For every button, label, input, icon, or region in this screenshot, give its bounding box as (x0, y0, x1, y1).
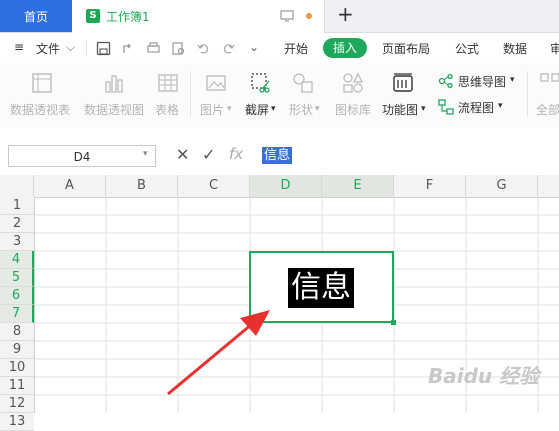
insert-function-icon[interactable]: fx (229, 145, 243, 163)
formula-input[interactable] (252, 144, 559, 168)
all-apps-icon (540, 73, 559, 82)
ribbon-icon-library[interactable]: 图标库 (335, 101, 371, 118)
formula-value: 信息 (262, 147, 293, 164)
column-header-e[interactable]: E (322, 175, 394, 197)
annotation-arrow-icon (167, 310, 270, 396)
ribbon-screenshot[interactable]: 截屏 (245, 101, 269, 118)
mind-map-icon (438, 73, 453, 89)
ribbon-shapes[interactable]: 形状 (289, 101, 313, 118)
redo-icon[interactable] (221, 41, 236, 56)
name-box[interactable]: D4 (8, 145, 156, 167)
menu-file[interactable]: 文件 (36, 40, 60, 57)
name-box-dropdown-icon[interactable]: ▾ (143, 149, 148, 159)
confirm-icon[interactable]: ✓ (202, 145, 215, 164)
row-header-11[interactable]: 11 (0, 377, 34, 395)
chevron-down-icon: ▾ (421, 104, 426, 114)
screenshot-icon (251, 73, 270, 93)
row-header-10[interactable]: 10 (0, 359, 34, 377)
flowchart-icon (438, 99, 454, 115)
row-header-4[interactable]: 4 (0, 251, 34, 269)
new-tab-button[interactable]: + (337, 2, 354, 26)
pivot-table-icon (32, 73, 52, 93)
menu-formulas[interactable]: 公式 (455, 40, 479, 57)
hamburger-icon[interactable]: ≡ (14, 40, 24, 54)
pivot-chart-icon (105, 75, 123, 93)
column-headers: A B C D E F G (0, 175, 559, 198)
menu-home[interactable]: 开始 (284, 40, 308, 57)
print-icon[interactable] (146, 41, 161, 56)
fill-handle[interactable] (391, 320, 396, 325)
cancel-icon[interactable]: ✕ (176, 145, 189, 164)
row-header-2[interactable]: 2 (0, 215, 34, 233)
column-header-b[interactable]: B (106, 175, 178, 197)
undo-icon[interactable] (196, 41, 211, 56)
print-preview-icon[interactable] (171, 41, 186, 56)
export-icon[interactable] (121, 41, 136, 56)
icon-library-icon (343, 72, 364, 93)
quick-access-dropdown-icon[interactable]: ⌄ (249, 40, 259, 54)
column-header-partial (538, 175, 559, 197)
row-header-6[interactable]: 6 (0, 287, 34, 305)
column-header-c[interactable]: C (178, 175, 250, 197)
column-header-f[interactable]: F (394, 175, 466, 197)
ribbon-pivot-chart[interactable]: 数据透视图 (84, 101, 144, 118)
picture-icon (206, 75, 226, 91)
row-header-12[interactable]: 12 (0, 395, 34, 413)
ribbon-function-chart[interactable]: 功能图 (382, 101, 418, 118)
chevron-down-icon: ▾ (271, 104, 276, 114)
menu-data[interactable]: 数据 (503, 40, 527, 57)
chevron-down-icon: ▾ (510, 75, 515, 85)
chevron-down-icon: ▾ (227, 104, 232, 114)
divider (190, 71, 191, 117)
row-header-1[interactable]: 1 (0, 197, 34, 215)
row-header-3[interactable]: 3 (0, 233, 34, 251)
select-all-corner[interactable] (0, 175, 34, 197)
unsaved-dot-icon (306, 13, 312, 19)
row-header-9[interactable]: 9 (0, 341, 34, 359)
function-chart-icon (393, 73, 413, 92)
shapes-icon (293, 73, 313, 93)
monitor-icon[interactable] (280, 9, 294, 23)
tab-workbook[interactable]: S 工作簿1 (72, 0, 325, 33)
ribbon-toolbar: 数据透视表 数据透视图 表格 图片 ▾ 截屏 ▾ 形状 ▾ 图标库 功能图 ▾ … (0, 63, 559, 128)
spreadsheet-icon: S (86, 9, 100, 23)
ribbon-mind-map[interactable]: 思维导图 (458, 73, 506, 90)
chevron-down-icon[interactable]: ⌵ (66, 40, 75, 55)
column-header-a[interactable]: A (34, 175, 106, 197)
row-header-8[interactable]: 8 (0, 323, 34, 341)
cell-content: 信息 (288, 268, 354, 308)
chevron-down-icon: ▾ (498, 101, 503, 111)
menu-review[interactable]: 审 (550, 40, 559, 57)
watermark-logo: Baidu 经验 (428, 364, 540, 388)
ribbon-flowchart[interactable]: 流程图 (458, 99, 494, 116)
menu-insert[interactable]: 插入 (323, 38, 367, 58)
divider (527, 71, 528, 117)
menu-bar: ≡ 文件 ⌵ ⌄ 开始 插入 页面布局 公式 数据 审 (0, 33, 559, 63)
column-header-g[interactable]: G (466, 175, 538, 197)
ribbon-table[interactable]: 表格 (155, 101, 179, 118)
table-icon (158, 74, 178, 92)
chevron-down-icon: ▾ (315, 104, 320, 114)
divider (86, 41, 87, 55)
row-header-7[interactable]: 7 (0, 305, 34, 323)
column-header-d[interactable]: D (250, 175, 322, 197)
menu-page-layout[interactable]: 页面布局 (382, 40, 430, 57)
save-icon[interactable] (96, 41, 111, 56)
tab-home[interactable]: 首页 (0, 0, 72, 32)
workbook-title: 工作簿1 (106, 10, 150, 24)
ribbon-all[interactable]: 全部 (536, 101, 559, 118)
row-header-5[interactable]: 5 (0, 269, 34, 287)
ribbon-pivot-table[interactable]: 数据透视表 (10, 101, 70, 118)
ribbon-picture[interactable]: 图片 (200, 101, 224, 118)
row-header-13[interactable]: 13 (0, 413, 34, 431)
